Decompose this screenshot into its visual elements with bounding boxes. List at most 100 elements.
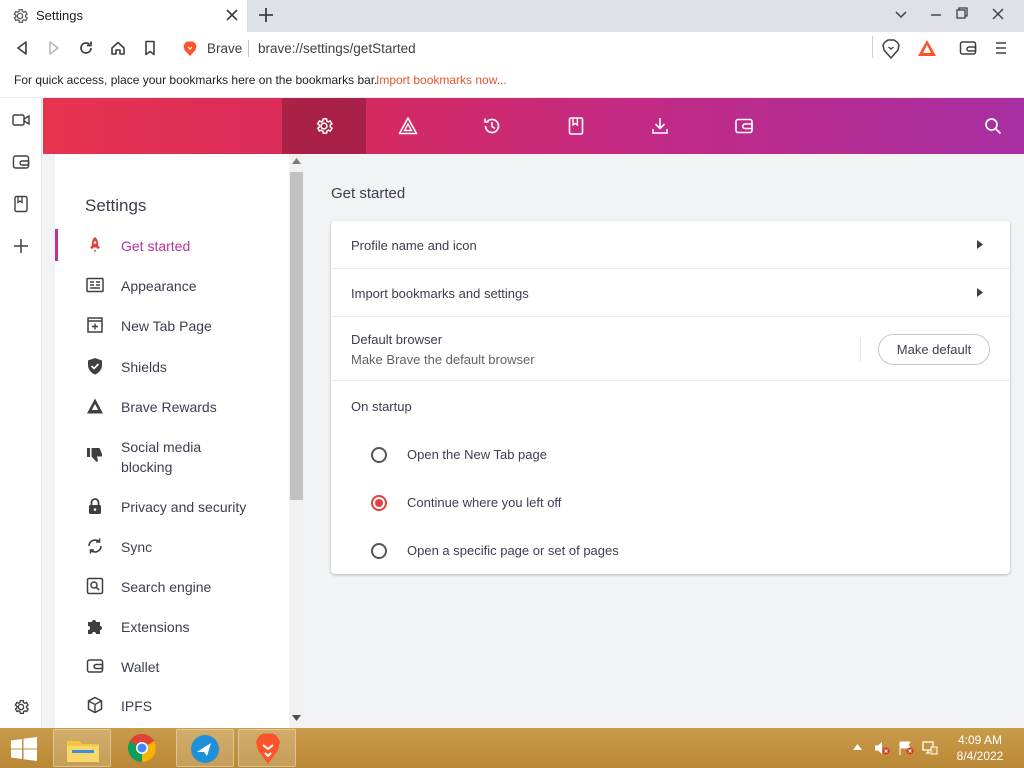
- chevron-down-icon[interactable]: [893, 4, 909, 24]
- nav-item-appearance[interactable]: Appearance: [55, 267, 289, 303]
- side-panel: [0, 98, 42, 728]
- close-window-button[interactable]: [990, 4, 1006, 24]
- import-bookmarks-link[interactable]: Import bookmarks now...: [376, 73, 507, 87]
- nav-item-extensions[interactable]: Extensions: [55, 608, 289, 644]
- make-default-button[interactable]: Make default: [878, 334, 990, 365]
- nav-item-brave-rewards[interactable]: Brave Rewards: [55, 388, 289, 424]
- downloads-icon[interactable]: [650, 116, 670, 136]
- rewards-icon[interactable]: [917, 39, 937, 57]
- shield-icon: [86, 357, 104, 375]
- home-icon[interactable]: [110, 40, 126, 56]
- brave-button[interactable]: [238, 729, 296, 767]
- settings-gear-icon[interactable]: [12, 698, 30, 716]
- radio-label: Open the New Tab page: [407, 447, 547, 462]
- nav-item-label: Shields: [121, 359, 167, 375]
- sync-icon: [86, 537, 104, 555]
- nav-scrollbar-thumb[interactable]: [290, 172, 303, 500]
- new-tab-button[interactable]: [257, 6, 275, 24]
- cube-icon: [86, 696, 104, 714]
- on-startup-heading: On startup: [351, 399, 412, 414]
- brave-icon: [254, 733, 282, 765]
- file-explorer-button[interactable]: [53, 729, 111, 767]
- radio-button[interactable]: [371, 543, 387, 559]
- nav-item-label: Appearance: [121, 278, 197, 294]
- rewards-icon[interactable]: [398, 116, 418, 136]
- tray-chevron-up-icon[interactable]: [853, 744, 862, 750]
- back-icon[interactable]: [14, 40, 30, 56]
- appearance-icon: [86, 276, 104, 294]
- minimize-button[interactable]: [928, 4, 944, 24]
- nav-item-new-tab-page[interactable]: New Tab Page: [55, 307, 289, 343]
- radio-button[interactable]: [371, 447, 387, 463]
- history-icon[interactable]: [482, 116, 502, 136]
- volume-muted-icon[interactable]: [874, 741, 890, 755]
- wallet-icon[interactable]: [734, 116, 754, 136]
- nav-item-label: Privacy and security: [121, 499, 247, 515]
- bookmarks-bar: For quick access, place your bookmarks h…: [0, 64, 1024, 98]
- puzzle-icon: [86, 617, 104, 635]
- row-label: Import bookmarks and settings: [351, 286, 529, 301]
- bookmarks-bar-message: For quick access, place your bookmarks h…: [14, 73, 378, 87]
- row-label: Default browser: [351, 332, 443, 347]
- nav-item-shields[interactable]: Shields: [55, 348, 289, 384]
- video-icon[interactable]: [12, 112, 30, 128]
- tab-title: Settings: [36, 8, 83, 23]
- start-icon[interactable]: [10, 737, 38, 761]
- menu-icon[interactable]: [995, 40, 1007, 56]
- wallet-icon[interactable]: [959, 40, 977, 56]
- import-bookmarks-row[interactable]: Import bookmarks and settings: [331, 269, 1010, 317]
- tab-settings[interactable]: Settings: [0, 0, 248, 32]
- system-clock[interactable]: 4:09 AM 8/4/2022: [950, 732, 1010, 764]
- chrome-icon: [127, 733, 157, 763]
- app-button[interactable]: [176, 729, 234, 767]
- wallet-icon[interactable]: [12, 154, 30, 170]
- wallet-icon: [86, 657, 104, 675]
- nav-item-label: Social media blocking: [121, 439, 202, 475]
- radio-button-checked[interactable]: [371, 495, 387, 511]
- brave-shields-icon[interactable]: [882, 39, 900, 59]
- nav-item-wallet[interactable]: Wallet: [55, 648, 289, 684]
- nav-item-label: Brave Rewards: [121, 399, 217, 415]
- network-icon[interactable]: [922, 741, 938, 755]
- radio-label: Continue where you left off: [407, 495, 562, 510]
- nav-item-search-engine[interactable]: Search engine: [55, 568, 289, 604]
- search-icon[interactable]: [983, 116, 1003, 136]
- row-label: Profile name and icon: [351, 238, 477, 253]
- close-icon[interactable]: [225, 8, 239, 22]
- nav-item-social-media-blocking[interactable]: Social media blocking: [55, 428, 289, 476]
- triangle-icon: [86, 397, 104, 415]
- settings-icon[interactable]: [314, 116, 334, 136]
- reload-icon[interactable]: [78, 40, 94, 56]
- row-sublabel: Make Brave the default browser: [351, 352, 535, 367]
- url-text[interactable]: brave://settings/getStarted: [258, 41, 416, 56]
- bookmarks-icon[interactable]: [566, 116, 586, 136]
- startup-option-specific-pages[interactable]: Open a specific page or set of pages: [331, 526, 1010, 574]
- restore-button[interactable]: [954, 4, 970, 24]
- startup-option-new-tab[interactable]: Open the New Tab page: [331, 430, 1010, 478]
- add-icon[interactable]: [12, 237, 30, 255]
- rocket-icon: [86, 236, 104, 254]
- clock-date: 8/4/2022: [956, 749, 1004, 763]
- profile-name-and-icon-row[interactable]: Profile name and icon: [331, 221, 1010, 269]
- arrow-right-icon: [977, 240, 983, 249]
- lock-icon: [86, 497, 104, 515]
- reading-list-icon[interactable]: [12, 195, 30, 213]
- action-center-flag-icon[interactable]: [898, 741, 914, 755]
- clock-time: 4:09 AM: [957, 733, 1003, 747]
- nav-item-ipfs[interactable]: IPFS: [55, 687, 289, 723]
- chrome-button[interactable]: [114, 729, 172, 767]
- forward-icon[interactable]: [46, 40, 62, 56]
- toolbar: Brave brave://settings/getStarted 1: [0, 32, 1024, 82]
- gear-icon: [11, 7, 29, 25]
- nav-item-sync[interactable]: Sync: [55, 528, 289, 564]
- address-bar[interactable]: Brave brave://settings/getStarted: [172, 34, 874, 62]
- nav-item-privacy-and-security[interactable]: Privacy and security: [55, 488, 289, 524]
- bookmark-icon[interactable]: [142, 40, 158, 56]
- app-icon: [190, 734, 220, 764]
- startup-option-continue[interactable]: Continue where you left off: [331, 478, 1010, 526]
- brave-lion-icon: [183, 41, 197, 57]
- page-title: Get started: [331, 185, 406, 202]
- nav-item-label: Get started: [121, 238, 191, 254]
- nav-item-label: Extensions: [121, 619, 190, 635]
- nav-item-get-started[interactable]: Get started: [55, 227, 289, 263]
